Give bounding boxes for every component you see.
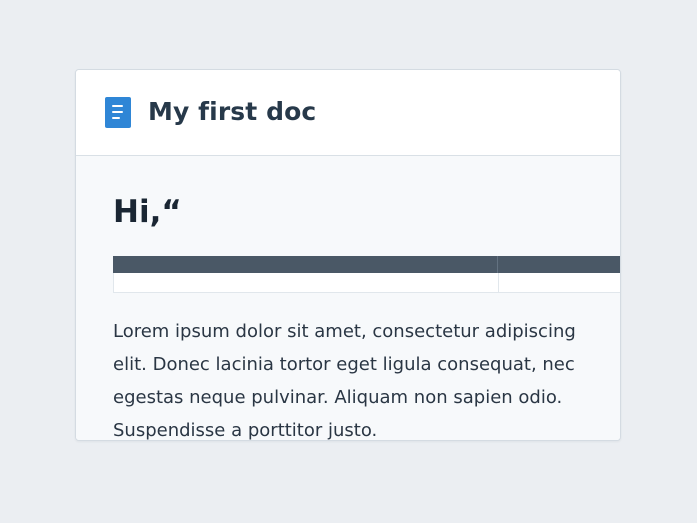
table-cell-divider: [498, 273, 499, 292]
document-card: My first doc Hi,“ Lorem ipsum dolor sit …: [75, 69, 621, 441]
table-header-row: [113, 256, 620, 273]
document-header: My first doc: [76, 70, 620, 156]
document-paragraph: Lorem ipsum dolor sit amet, consectetur …: [113, 321, 576, 441]
document-heading: Hi,“: [113, 194, 182, 230]
document-body[interactable]: Hi,“ Lorem ipsum dolor sit amet, consect…: [76, 156, 620, 441]
table-header-divider: [497, 256, 498, 273]
table-row[interactable]: [113, 273, 620, 293]
document-title[interactable]: My first doc: [148, 95, 316, 129]
document-icon: [105, 97, 131, 128]
document-table[interactable]: [113, 256, 620, 293]
